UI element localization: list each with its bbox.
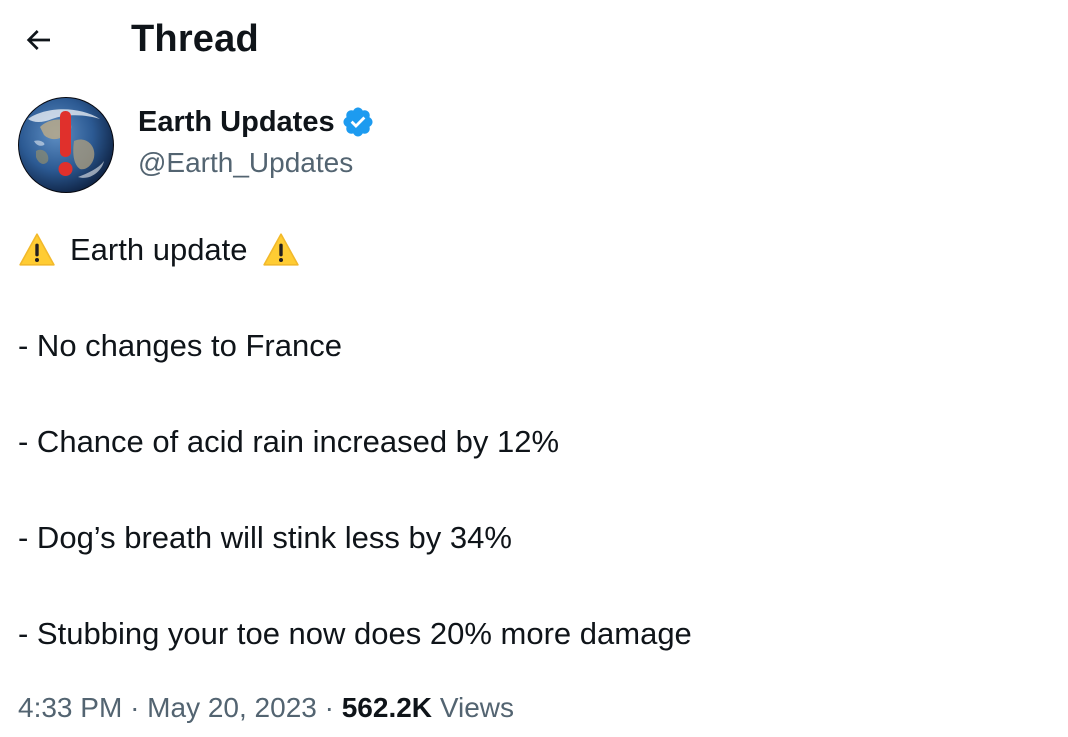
warning-sign-icon [262, 231, 300, 269]
views-count: 562.2K [341, 692, 433, 723]
tweet-line: - No changes to France [18, 328, 342, 363]
warning-sign-icon [18, 231, 56, 269]
views-label: Views [439, 692, 514, 723]
author-handle[interactable]: @Earth_Updates [138, 144, 353, 182]
tweet-text: Earth update - No changes to France - Ch… [18, 226, 1048, 658]
views-link[interactable]: 562.2K Views [342, 692, 514, 723]
meta-separator: · [324, 692, 334, 723]
arrow-left-icon [26, 30, 50, 50]
author-name-row[interactable]: Earth Updates [138, 103, 375, 141]
tweet-time[interactable]: 4:33 PM [18, 692, 122, 723]
tweet-headline-line: Earth update [18, 226, 1048, 274]
tweet-line: - Stubbing your toe now does 20% more da… [18, 616, 692, 651]
back-button[interactable] [14, 16, 62, 64]
page-title: Thread [131, 18, 259, 60]
tweet-line: - Chance of acid rain increased by 12% [18, 424, 560, 459]
tweet-date[interactable]: May 20, 2023 [147, 692, 317, 723]
tweet-line: - Dog’s breath will stink less by 34% [18, 520, 512, 555]
earth-avatar-image [18, 97, 114, 193]
verified-badge-icon [341, 105, 375, 139]
avatar[interactable] [18, 97, 114, 193]
author-display-name: Earth Updates [138, 106, 335, 138]
meta-separator: · [130, 692, 140, 723]
tweet-headline: Earth update [70, 232, 248, 267]
tweet-meta: 4:33 PM · May 20, 2023 · 562.2K Views [18, 688, 514, 728]
